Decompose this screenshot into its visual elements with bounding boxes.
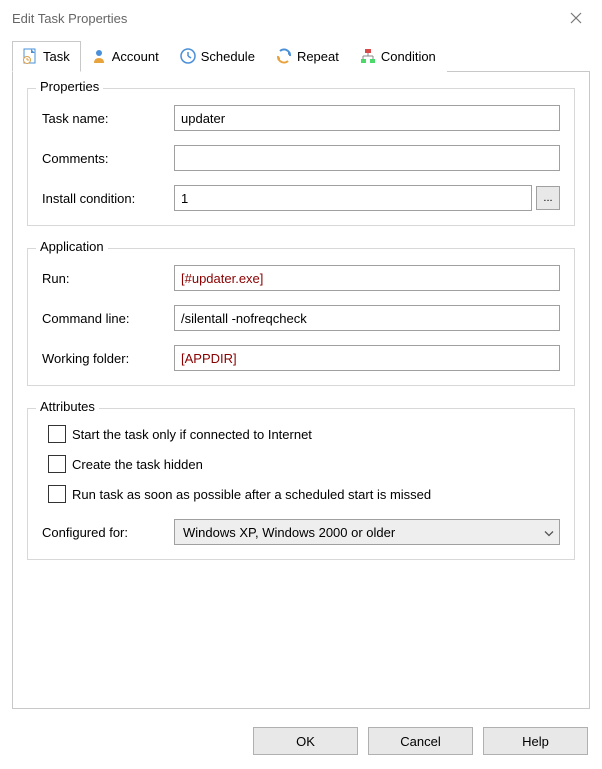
cb-asap-checkbox[interactable] <box>48 485 66 503</box>
attributes-group: Attributes Start the task only if connec… <box>27 408 575 560</box>
tab-task[interactable]: Task <box>12 41 81 72</box>
tab-repeat-label: Repeat <box>297 49 339 64</box>
task-name-label: Task name: <box>42 111 174 126</box>
comments-row: Comments: <box>42 145 560 171</box>
schedule-icon <box>179 47 197 65</box>
repeat-icon <box>275 47 293 65</box>
command-line-label: Command line: <box>42 311 174 326</box>
task-name-row: Task name: <box>42 105 560 131</box>
cb-asap-label: Run task as soon as possible after a sch… <box>72 487 431 502</box>
titlebar: Edit Task Properties <box>0 0 602 40</box>
condition-icon <box>359 47 377 65</box>
tab-task-label: Task <box>43 49 70 64</box>
install-condition-row: Install condition: ... <box>42 185 560 211</box>
tab-condition-label: Condition <box>381 49 436 64</box>
configured-for-value: Windows XP, Windows 2000 or older <box>183 525 395 540</box>
tab-condition[interactable]: Condition <box>350 41 447 72</box>
tab-account[interactable]: Account <box>81 41 170 72</box>
task-name-input[interactable] <box>174 105 560 131</box>
cb-hidden-label: Create the task hidden <box>72 457 203 472</box>
comments-input[interactable] <box>174 145 560 171</box>
working-folder-input[interactable] <box>174 345 560 371</box>
cb-internet-label: Start the task only if connected to Inte… <box>72 427 312 442</box>
working-folder-row: Working folder: <box>42 345 560 371</box>
run-row: Run: <box>42 265 560 291</box>
cb-internet-row: Start the task only if connected to Inte… <box>42 425 560 443</box>
run-input[interactable] <box>174 265 560 291</box>
edit-task-dialog: Edit Task Properties Task <box>0 0 602 769</box>
cancel-button[interactable]: Cancel <box>368 727 473 755</box>
comments-label: Comments: <box>42 151 174 166</box>
task-icon <box>21 47 39 65</box>
tab-schedule-label: Schedule <box>201 49 255 64</box>
install-condition-wrapper: ... <box>174 185 560 211</box>
close-button[interactable] <box>560 6 592 30</box>
install-condition-label: Install condition: <box>42 191 174 206</box>
install-condition-browse-button[interactable]: ... <box>536 186 560 210</box>
application-legend: Application <box>36 239 108 254</box>
configured-for-row: Configured for: Windows XP, Windows 2000… <box>42 519 560 545</box>
run-label: Run: <box>42 271 174 286</box>
tabstrip: Task Account Schedule <box>0 40 602 71</box>
cb-hidden-row: Create the task hidden <box>42 455 560 473</box>
properties-group: Properties Task name: Comments: Install … <box>27 88 575 226</box>
account-icon <box>90 47 108 65</box>
attributes-legend: Attributes <box>36 399 99 414</box>
properties-legend: Properties <box>36 79 103 94</box>
configured-for-label: Configured for: <box>42 525 174 540</box>
command-line-row: Command line: <box>42 305 560 331</box>
help-button[interactable]: Help <box>483 727 588 755</box>
cb-hidden-checkbox[interactable] <box>48 455 66 473</box>
tab-schedule[interactable]: Schedule <box>170 41 266 72</box>
install-condition-input[interactable] <box>174 185 532 211</box>
cb-internet-checkbox[interactable] <box>48 425 66 443</box>
command-line-input[interactable] <box>174 305 560 331</box>
configured-for-select[interactable]: Windows XP, Windows 2000 or older <box>174 519 560 545</box>
dialog-title: Edit Task Properties <box>12 11 127 26</box>
working-folder-label: Working folder: <box>42 351 174 366</box>
buttonbar: OK Cancel Help <box>0 721 602 769</box>
ok-button[interactable]: OK <box>253 727 358 755</box>
tab-content: Properties Task name: Comments: Install … <box>12 71 590 709</box>
application-group: Application Run: Command line: Working f… <box>27 248 575 386</box>
tab-account-label: Account <box>112 49 159 64</box>
cb-asap-row: Run task as soon as possible after a sch… <box>42 485 560 503</box>
close-icon <box>569 11 583 25</box>
tab-repeat[interactable]: Repeat <box>266 41 350 72</box>
